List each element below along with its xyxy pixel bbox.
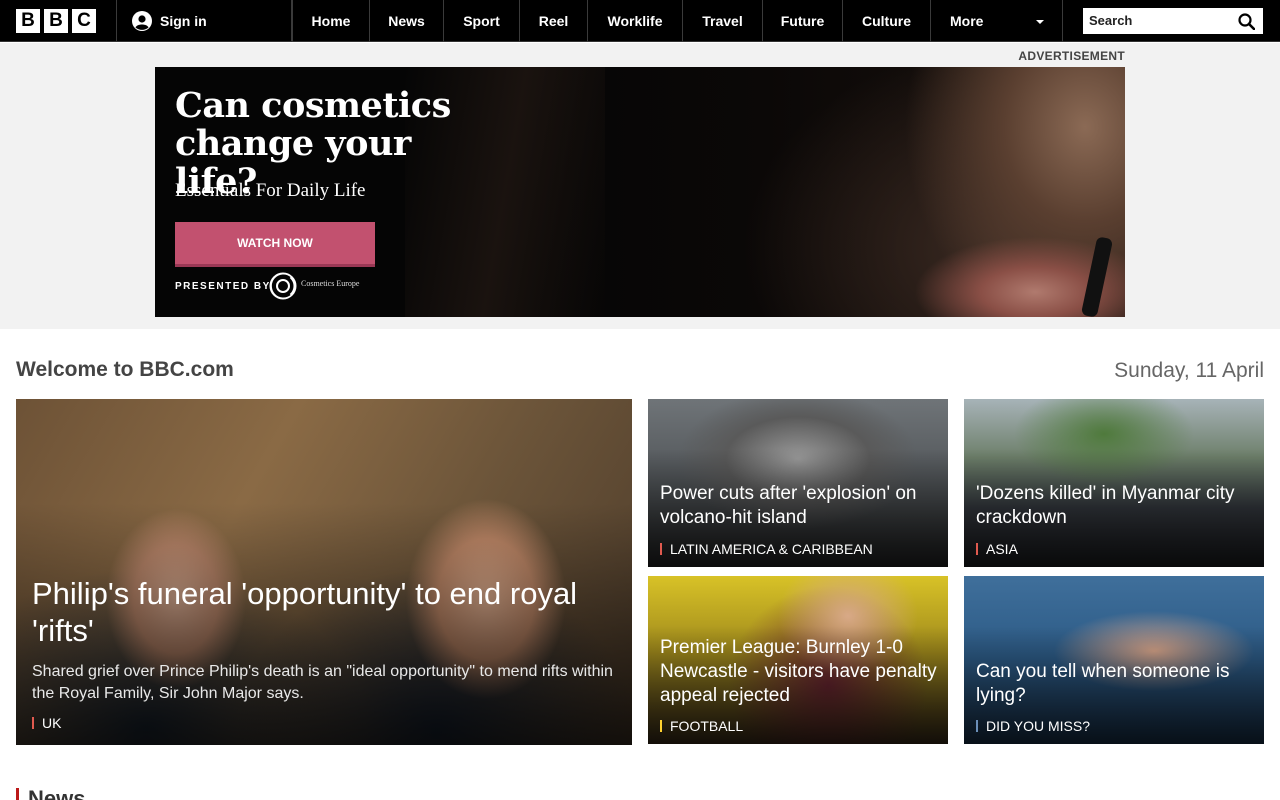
sponsor-logo-icon	[269, 272, 297, 300]
main-nav: Home News Sport Reel Worklife Travel Fut…	[292, 0, 1063, 42]
story-tag-label: FOOTBALL	[670, 718, 744, 734]
nav-item-future[interactable]: Future	[763, 0, 843, 42]
story-title[interactable]: 'Dozens killed' in Myanmar city crackdow…	[976, 482, 1256, 530]
story-title[interactable]: Can you tell when someone is lying?	[976, 660, 1256, 708]
search-input[interactable]	[1089, 13, 1229, 28]
tag-bar	[976, 720, 978, 732]
main-story-summary: Shared grief over Prince Philip's death …	[32, 663, 613, 702]
main-story-title[interactable]: Philip's funeral 'opportunity' to end ro…	[32, 575, 622, 649]
story-tag[interactable]: LATIN AMERICA & CARIBBEAN	[660, 541, 873, 557]
nav-item-sport[interactable]: Sport	[444, 0, 520, 42]
logo-letter-b1: B	[16, 8, 40, 33]
story-tag[interactable]: DID YOU MISS?	[976, 718, 1090, 734]
sign-in-button[interactable]: Sign in	[117, 0, 292, 41]
news-section-title: News	[28, 786, 86, 800]
bbc-logo[interactable]: B B C	[0, 0, 117, 41]
tag-bar	[32, 717, 34, 729]
story-card-lying[interactable]: Can you tell when someone is lying? DID …	[964, 576, 1264, 744]
story-card-football[interactable]: Premier League: Burnley 1-0 Newcastle - …	[648, 576, 948, 744]
user-icon	[132, 10, 152, 31]
watch-now-button[interactable]: WATCH NOW	[175, 222, 375, 267]
tag-bar	[660, 720, 662, 732]
nav-item-news[interactable]: News	[370, 0, 444, 42]
main-story-tag[interactable]: UK	[32, 715, 61, 731]
top-navigation-bar: B B C Sign in Home News Sport Reel Workl…	[0, 0, 1280, 42]
ad-banner[interactable]: Can cosmetics change your life? Essentia…	[155, 67, 1125, 317]
logo-letter-c: C	[72, 8, 96, 33]
sign-in-label: Sign in	[160, 12, 207, 29]
nav-item-home[interactable]: Home	[292, 0, 370, 42]
story-tag-label: LATIN AMERICA & CARIBBEAN	[670, 541, 873, 557]
current-date: Sunday, 11 April	[1114, 359, 1264, 382]
sponsor-name: Cosmetics Europe	[301, 279, 360, 288]
search-icon[interactable]	[1238, 12, 1255, 30]
nav-item-worklife[interactable]: Worklife	[588, 0, 683, 42]
story-title[interactable]: Power cuts after 'explosion' on volcano-…	[660, 482, 940, 530]
story-tag[interactable]: ASIA	[976, 541, 1018, 557]
ad-photo	[525, 67, 1125, 317]
search-box	[1083, 7, 1263, 34]
caret-down-icon	[1036, 20, 1044, 24]
story-tag[interactable]: FOOTBALL	[660, 718, 743, 734]
nav-more-label: More	[950, 13, 984, 29]
nav-more-dropdown[interactable]: More	[931, 0, 1063, 42]
main-story-card[interactable]: Philip's funeral 'opportunity' to end ro…	[16, 399, 632, 745]
logo-letter-b2: B	[44, 8, 68, 33]
search-area	[1063, 0, 1280, 41]
advertisement-label: ADVERTISEMENT	[1018, 49, 1125, 63]
nav-item-travel[interactable]: Travel	[683, 0, 763, 42]
welcome-heading: Welcome to BBC.com	[16, 358, 234, 381]
ad-presented-by: PRESENTED BY	[175, 281, 271, 292]
main-story-tag-label: UK	[42, 715, 62, 731]
story-tag-label: DID YOU MISS?	[986, 718, 1090, 734]
tag-bar	[976, 543, 978, 555]
nav-item-culture[interactable]: Culture	[843, 0, 931, 42]
section-accent-bar	[16, 788, 19, 800]
story-card-volcano[interactable]: Power cuts after 'explosion' on volcano-…	[648, 399, 948, 567]
tag-bar	[660, 543, 662, 555]
story-tag-label: ASIA	[986, 541, 1018, 557]
story-title[interactable]: Premier League: Burnley 1-0 Newcastle - …	[660, 636, 940, 708]
nav-item-reel[interactable]: Reel	[520, 0, 588, 42]
advertisement-region: ADVERTISEMENT Can cosmetics change your …	[0, 43, 1280, 329]
news-section-heading[interactable]: News	[16, 786, 85, 800]
ad-subline: Essentials For Daily Life	[175, 180, 366, 201]
story-card-myanmar[interactable]: 'Dozens killed' in Myanmar city crackdow…	[964, 399, 1264, 567]
